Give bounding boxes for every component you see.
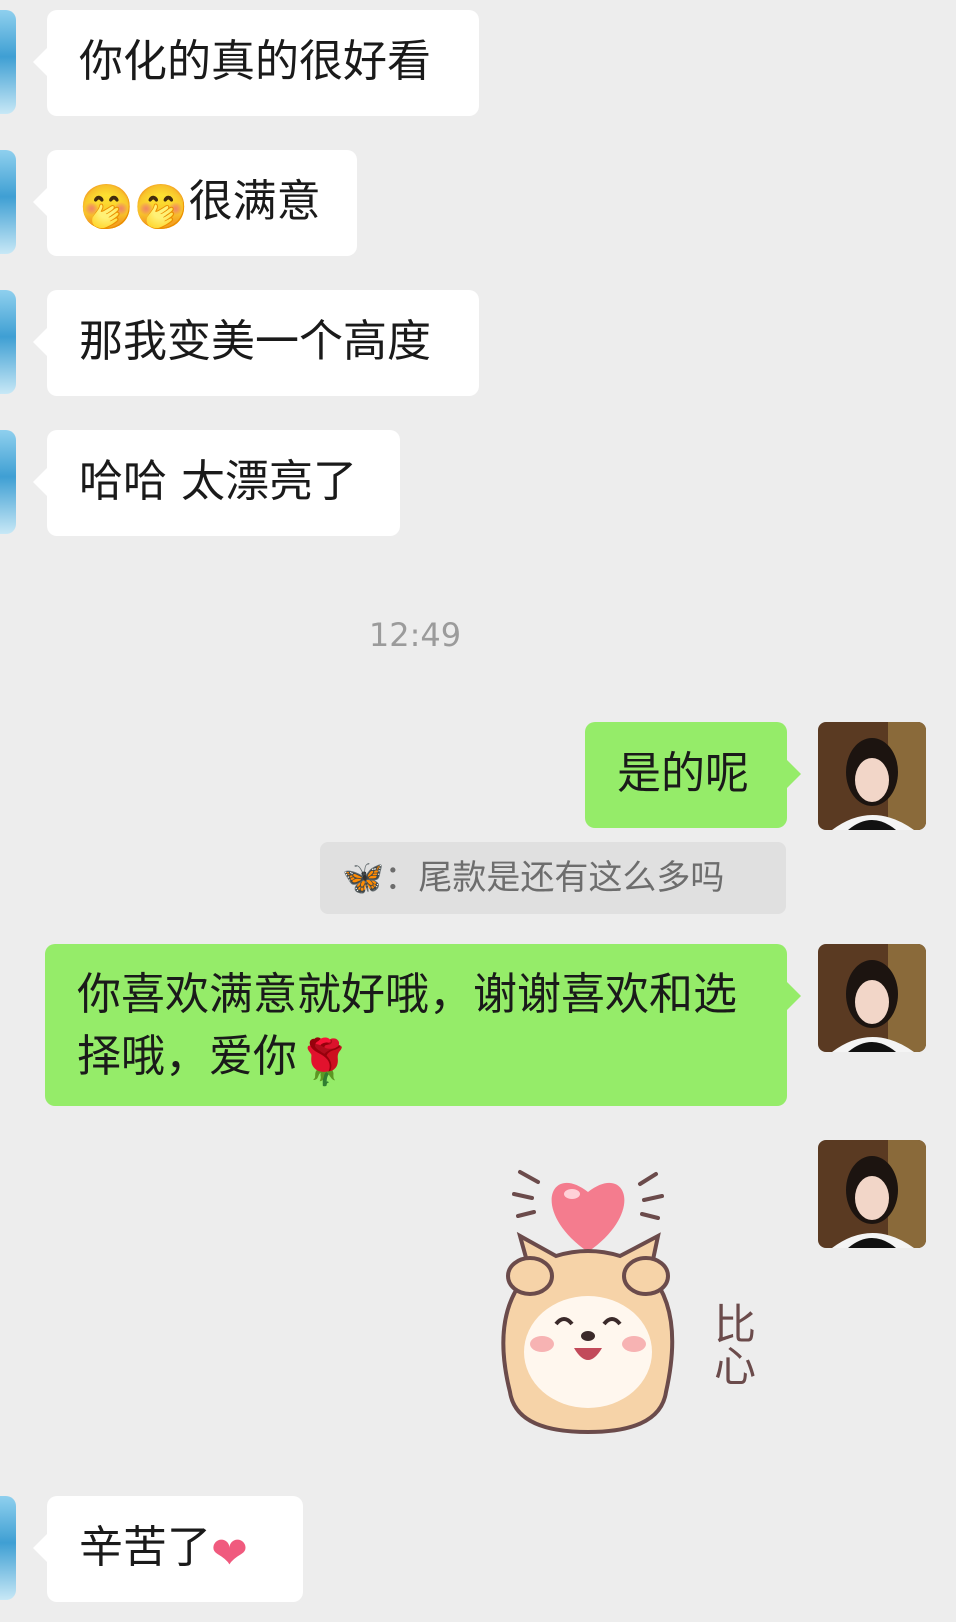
portrait-avatar-image (818, 944, 926, 1052)
message-text: 哈哈 太漂亮了 (79, 456, 357, 507)
heart-dog-sticker[interactable]: 比心 (470, 1152, 790, 1472)
user-avatar[interactable] (818, 944, 926, 1052)
portrait-avatar-image (818, 722, 926, 830)
message-text: 你喜欢满意就好哦，谢谢喜欢和选择哦，爱你 (77, 969, 737, 1082)
message-text: 辛苦了 (79, 1522, 211, 1573)
contact-avatar[interactable] (0, 10, 16, 114)
incoming-message-bubble[interactable]: 🤭🤭很满意 (33, 150, 357, 256)
incoming-message-bubble[interactable]: 辛苦了❤ (33, 1496, 303, 1602)
heart-icon: ❤ (211, 1528, 248, 1579)
incoming-message-bubble[interactable]: 你化的真的很好看 (33, 10, 479, 116)
incoming-message-bubble[interactable]: 那我变美一个高度 (33, 290, 479, 396)
contact-avatar[interactable] (0, 1496, 16, 1600)
message-text: 那我变美一个高度 (79, 316, 431, 367)
rose-emoji-icon: 🌹 (297, 1037, 352, 1088)
incoming-message-bubble[interactable]: 哈哈 太漂亮了 (33, 430, 400, 536)
contact-avatar[interactable] (0, 150, 16, 254)
portrait-avatar-image (818, 1140, 926, 1248)
outgoing-message-bubble[interactable]: 是的呢 (585, 722, 801, 828)
sticker-caption: 比心 (708, 1302, 757, 1386)
message-text: 是的呢 (617, 748, 749, 799)
butterfly-icon: 🦋 (342, 858, 385, 898)
message-text: 你化的真的很好看 (79, 36, 431, 87)
dog-heart-icon: 比心 (501, 1170, 757, 1435)
message-timestamp: 12:49 (368, 616, 462, 654)
quoted-message[interactable]: 🦋：尾款是还有这么多吗 (320, 842, 786, 914)
covering-mouth-emoji-icon: 🤭🤭 (79, 182, 189, 233)
outgoing-message-bubble[interactable]: 你喜欢满意就好哦，谢谢喜欢和选择哦，爱你🌹 (45, 944, 801, 1106)
quoted-text: ：尾款是还有这么多吗 (384, 858, 725, 898)
contact-avatar[interactable] (0, 290, 16, 394)
contact-avatar[interactable] (0, 430, 16, 534)
message-text: 很满意 (188, 176, 321, 227)
user-avatar[interactable] (818, 1140, 926, 1248)
user-avatar[interactable] (818, 722, 926, 830)
